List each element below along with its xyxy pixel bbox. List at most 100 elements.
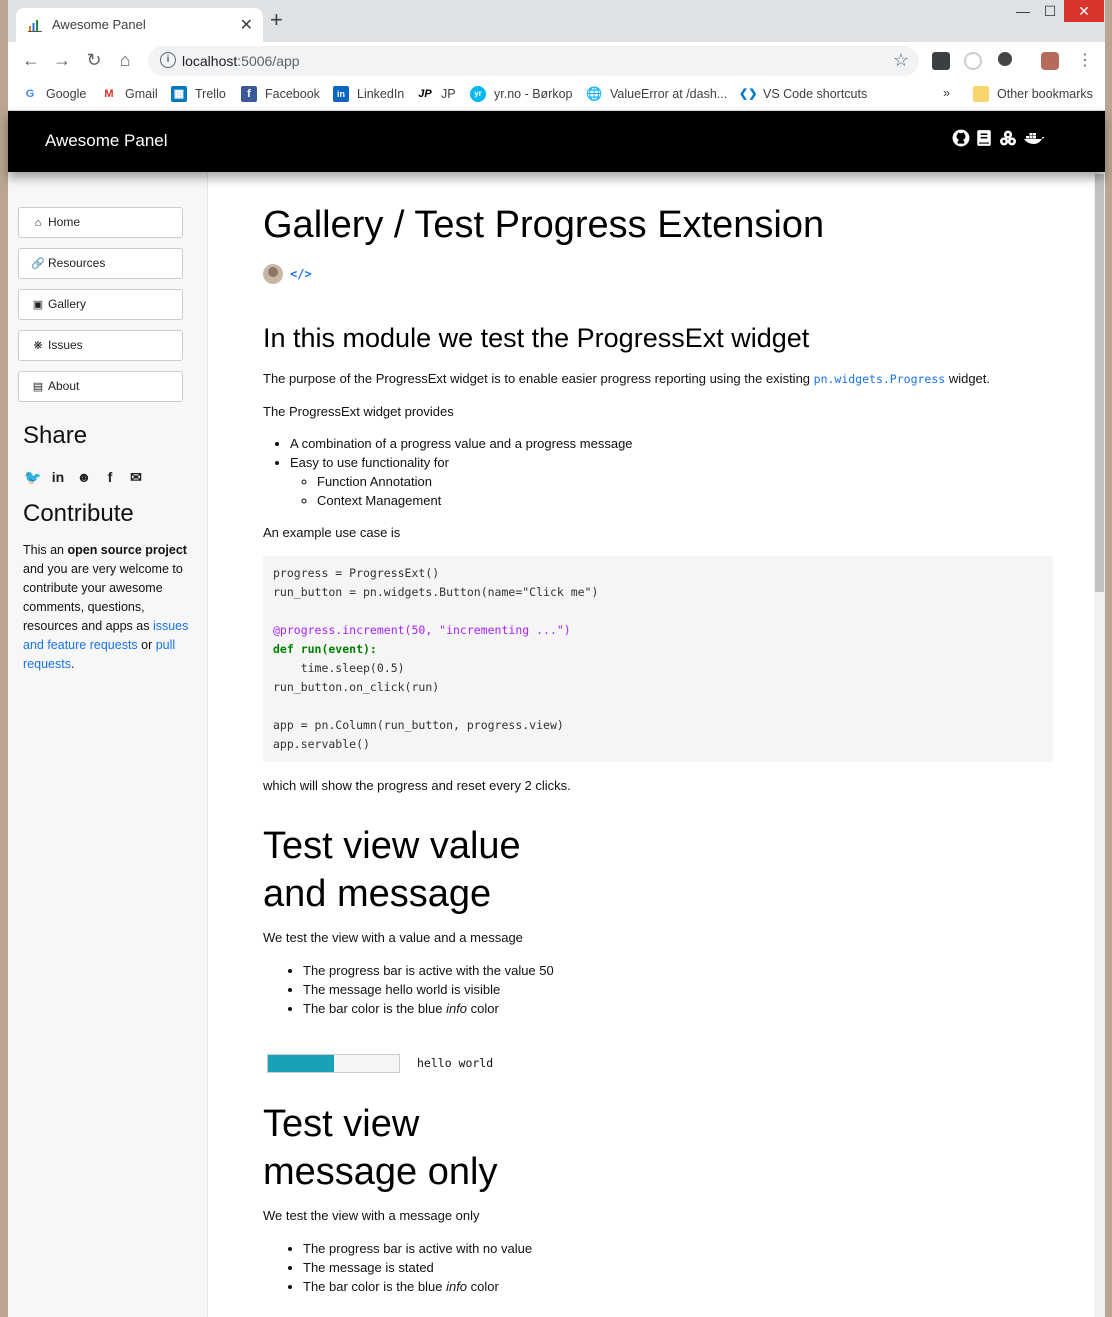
- contribute-heading: Contribute: [23, 500, 134, 527]
- browser-window: Awesome Panel ✕ + — ☐ ✕ ← → ↻ ⌂ i localh…: [8, 0, 1105, 1317]
- paragraph: We test the view with a value and a mess…: [263, 930, 523, 945]
- tab-close-icon[interactable]: ✕: [240, 15, 253, 35]
- list-item: The message hello world is visible: [303, 980, 554, 999]
- scrollbar[interactable]: [1094, 172, 1105, 1317]
- cubes-icon[interactable]: [999, 129, 1017, 147]
- paragraph: We test the view with a message only: [263, 1208, 480, 1223]
- paragraph: which will show the progress and reset e…: [263, 778, 571, 793]
- test-list: The progress bar is active with the valu…: [276, 961, 554, 1018]
- sidebar-item-home[interactable]: ⌂ Home: [18, 207, 183, 238]
- sidebar-item-issues[interactable]: ❋ Issues: [18, 330, 183, 361]
- images-icon: ▣: [32, 299, 44, 311]
- facebook-icon: f: [241, 86, 257, 102]
- sidebar-item-gallery[interactable]: ▣ Gallery: [18, 289, 183, 320]
- paragraph: An example use case is: [263, 525, 401, 540]
- id-card-icon: ▤: [32, 381, 44, 393]
- twitter-icon[interactable]: 🐦: [24, 469, 41, 485]
- extension-icon[interactable]: [964, 52, 982, 70]
- bookmark-item[interactable]: f Facebook: [241, 86, 320, 102]
- list-item: Function Annotation: [317, 472, 633, 491]
- vscode-icon: ❮❯: [739, 88, 758, 100]
- list-item: Easy to use functionality for Function A…: [290, 453, 633, 510]
- other-bookmarks-folder[interactable]: Other bookmarks: [973, 86, 1093, 102]
- sidebar-item-resources[interactable]: 🔗 Resources: [18, 248, 183, 279]
- sidebar-item-label: Gallery: [48, 297, 87, 311]
- bookmark-item[interactable]: in LinkedIn: [333, 86, 404, 102]
- bookmark-item[interactable]: 🌐 ValueError at /dash...: [586, 86, 727, 102]
- author-avatar[interactable]: [263, 264, 283, 284]
- share-icons: 🐦 in ☻ f ✉: [24, 469, 144, 485]
- tab-title: Awesome Panel: [52, 17, 146, 32]
- github-icon[interactable]: [952, 129, 970, 147]
- page-title: Gallery / Test Progress Extension: [263, 204, 825, 246]
- reddit-icon[interactable]: ☻: [76, 469, 92, 485]
- test-list: The progress bar is active with no value…: [276, 1239, 532, 1296]
- profile-avatar[interactable]: [1041, 52, 1059, 70]
- list-item: The bar color is the blue info color: [303, 1277, 532, 1296]
- paragraph: The purpose of the ProgressExt widget is…: [263, 371, 991, 386]
- bookmark-item[interactable]: ❮❯ VS Code shortcuts: [739, 86, 867, 102]
- paragraph: The ProgressExt widget provides: [263, 404, 454, 419]
- chart-icon: [28, 20, 42, 32]
- browser-menu-icon[interactable]: ⋮: [1077, 50, 1093, 70]
- sidebar: ⌂ Home 🔗 Resources ▣ Gallery ❋ Issues ▤ About…: [8, 172, 208, 1317]
- linkedin-icon[interactable]: in: [50, 469, 66, 485]
- back-icon[interactable]: ←: [20, 50, 42, 71]
- browser-tab[interactable]: Awesome Panel ✕: [16, 8, 263, 42]
- maximize-button[interactable]: ☐: [1038, 0, 1062, 22]
- sidebar-item-about[interactable]: ▤ About: [18, 371, 183, 402]
- code-icon[interactable]: </>: [290, 267, 312, 281]
- home-icon: ⌂: [34, 217, 42, 229]
- code-block: progress = ProgressExt() run_button = pn…: [263, 556, 1053, 762]
- book-icon[interactable]: [975, 129, 993, 147]
- list-item: The bar color is the blue info color: [303, 999, 554, 1018]
- reload-icon[interactable]: ↻: [83, 50, 105, 71]
- linkedin-icon: in: [333, 86, 349, 102]
- section-title: Test view message only: [263, 1103, 498, 1193]
- inline-code-link[interactable]: pn.widgets.Progress: [814, 372, 946, 386]
- title-bar: Awesome Panel ✕ + — ☐ ✕: [8, 0, 1105, 42]
- trello-icon: ▦: [171, 86, 187, 102]
- list-item: The progress bar is active with the valu…: [303, 961, 554, 980]
- gmail-icon: M: [104, 88, 114, 100]
- list-item: A combination of a progress value and a …: [290, 434, 633, 453]
- bookmarks-bar: G Google M Gmail ▦ Trello f Facebook in Linke…: [8, 80, 1105, 111]
- bookmarks-overflow-button[interactable]: »: [943, 86, 950, 100]
- docker-icon[interactable]: [1023, 129, 1045, 147]
- close-window-button[interactable]: ✕: [1064, 0, 1104, 22]
- forward-icon[interactable]: →: [51, 50, 73, 71]
- bookmark-item[interactable]: M Gmail: [101, 86, 157, 102]
- home-icon[interactable]: ⌂: [114, 50, 136, 71]
- extension-icon[interactable]: [998, 52, 1012, 66]
- sidebar-item-label: Home: [48, 215, 81, 229]
- info-icon[interactable]: i: [160, 52, 176, 68]
- list-item: The progress bar is active with no value: [303, 1239, 532, 1258]
- google-icon: G: [25, 88, 35, 100]
- bookmark-item[interactable]: JP JP: [417, 86, 455, 102]
- progress-fill: [268, 1055, 334, 1072]
- section-title: Test view value and message: [263, 825, 521, 915]
- url-text[interactable]: localhost:5006/app: [182, 53, 300, 69]
- sidebar-item-label: About: [48, 379, 80, 393]
- progress-bar: [267, 1054, 400, 1073]
- minimize-button[interactable]: —: [1011, 0, 1035, 22]
- bookmark-item[interactable]: ▦ Trello: [171, 86, 226, 102]
- bookmark-item[interactable]: G Google: [22, 86, 87, 102]
- bookmark-item[interactable]: yr yr.no - Børkop: [470, 86, 573, 102]
- facebook-icon[interactable]: f: [102, 469, 118, 485]
- envelope-icon[interactable]: ✉: [128, 469, 144, 485]
- section-heading: In this module we test the ProgressExt w…: [263, 323, 810, 353]
- bookmark-star-icon[interactable]: ☆: [893, 50, 909, 71]
- app-header: Awesome Panel: [8, 111, 1105, 172]
- link-icon: 🔗: [31, 258, 45, 270]
- extension-icon[interactable]: [932, 52, 950, 70]
- address-bar[interactable]: i localhost:5006/app ☆: [148, 46, 919, 76]
- scrollbar-thumb[interactable]: [1095, 174, 1104, 592]
- globe-icon: 🌐: [586, 86, 603, 101]
- sidebar-item-label: Resources: [48, 256, 106, 270]
- app-title[interactable]: Awesome Panel: [45, 131, 168, 151]
- feature-list: A combination of a progress value and a …: [263, 434, 633, 510]
- new-tab-button[interactable]: +: [270, 9, 283, 31]
- share-heading: Share: [23, 422, 88, 449]
- jp-icon: JP: [418, 88, 432, 100]
